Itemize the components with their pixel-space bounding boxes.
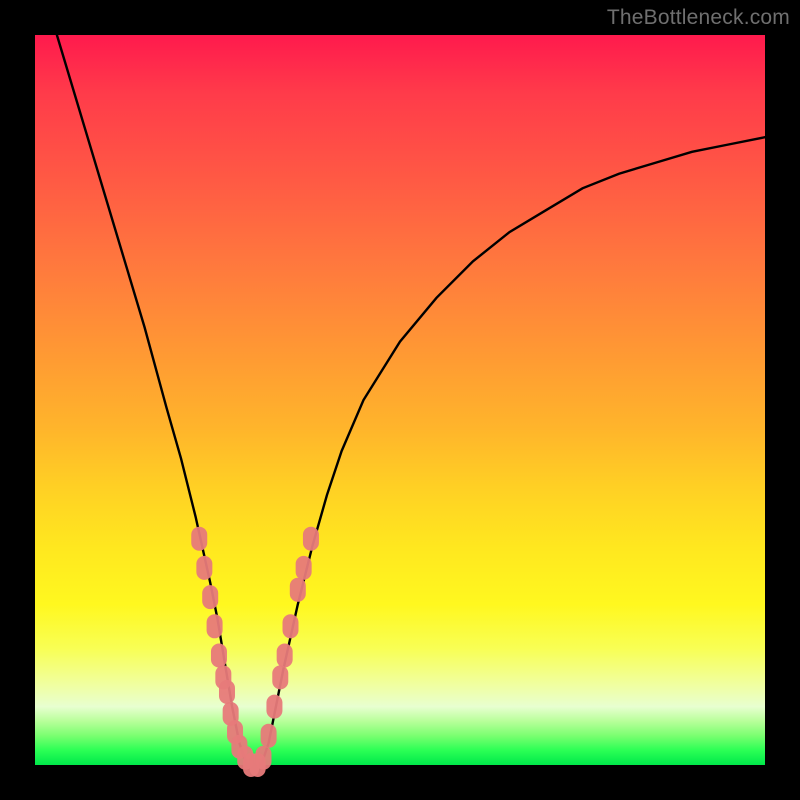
dot-marker <box>255 746 271 770</box>
dot-marker <box>191 527 207 551</box>
dot-marker <box>202 585 218 609</box>
dot-marker <box>277 644 293 668</box>
watermark-text: TheBottleneck.com <box>607 6 790 30</box>
dot-marker <box>211 644 227 668</box>
dot-marker <box>219 680 235 704</box>
dot-marker <box>303 527 319 551</box>
chart-svg <box>35 35 765 765</box>
dot-marker <box>290 578 306 602</box>
dot-marker <box>296 556 312 580</box>
chart-frame: TheBottleneck.com <box>0 0 800 800</box>
dot-marker <box>272 665 288 689</box>
dot-marker <box>261 724 277 748</box>
highlighted-range-dots <box>191 527 319 777</box>
dot-marker <box>196 556 212 580</box>
bottleneck-curve <box>57 35 765 765</box>
dot-marker <box>283 614 299 638</box>
dot-marker <box>266 695 282 719</box>
dot-marker <box>207 614 223 638</box>
